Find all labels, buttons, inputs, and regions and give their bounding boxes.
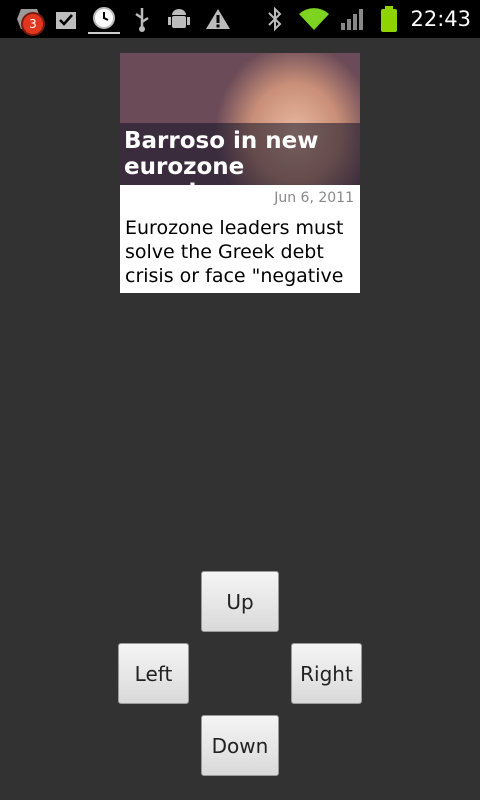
android-debug-icon bbox=[166, 4, 192, 34]
warning-icon bbox=[204, 4, 232, 34]
task-check-icon bbox=[53, 4, 79, 34]
news-date: Jun 6, 2011 bbox=[274, 190, 354, 206]
news-photo: Barroso in new eurozone warning bbox=[120, 53, 360, 206]
usb-icon bbox=[131, 4, 153, 34]
left-button[interactable]: Left bbox=[118, 643, 189, 704]
status-clock: 22:43 bbox=[410, 7, 471, 31]
down-button[interactable]: Down bbox=[201, 715, 279, 776]
battery-icon bbox=[376, 4, 402, 34]
signal-icon bbox=[339, 4, 365, 34]
right-button[interactable]: Right bbox=[291, 643, 362, 704]
wifi-icon bbox=[297, 4, 331, 34]
news-summary: Eurozone leaders must solve the Greek de… bbox=[125, 217, 344, 287]
bluetooth-icon bbox=[264, 4, 286, 34]
up-button[interactable]: Up bbox=[201, 571, 279, 632]
status-bar: 3 22:43 bbox=[0, 0, 480, 38]
news-widget[interactable]: Barroso in new eurozone warning Jun 6, 2… bbox=[120, 53, 360, 293]
notification-count-badge: 3 bbox=[21, 12, 45, 36]
clock-icon bbox=[88, 4, 120, 34]
